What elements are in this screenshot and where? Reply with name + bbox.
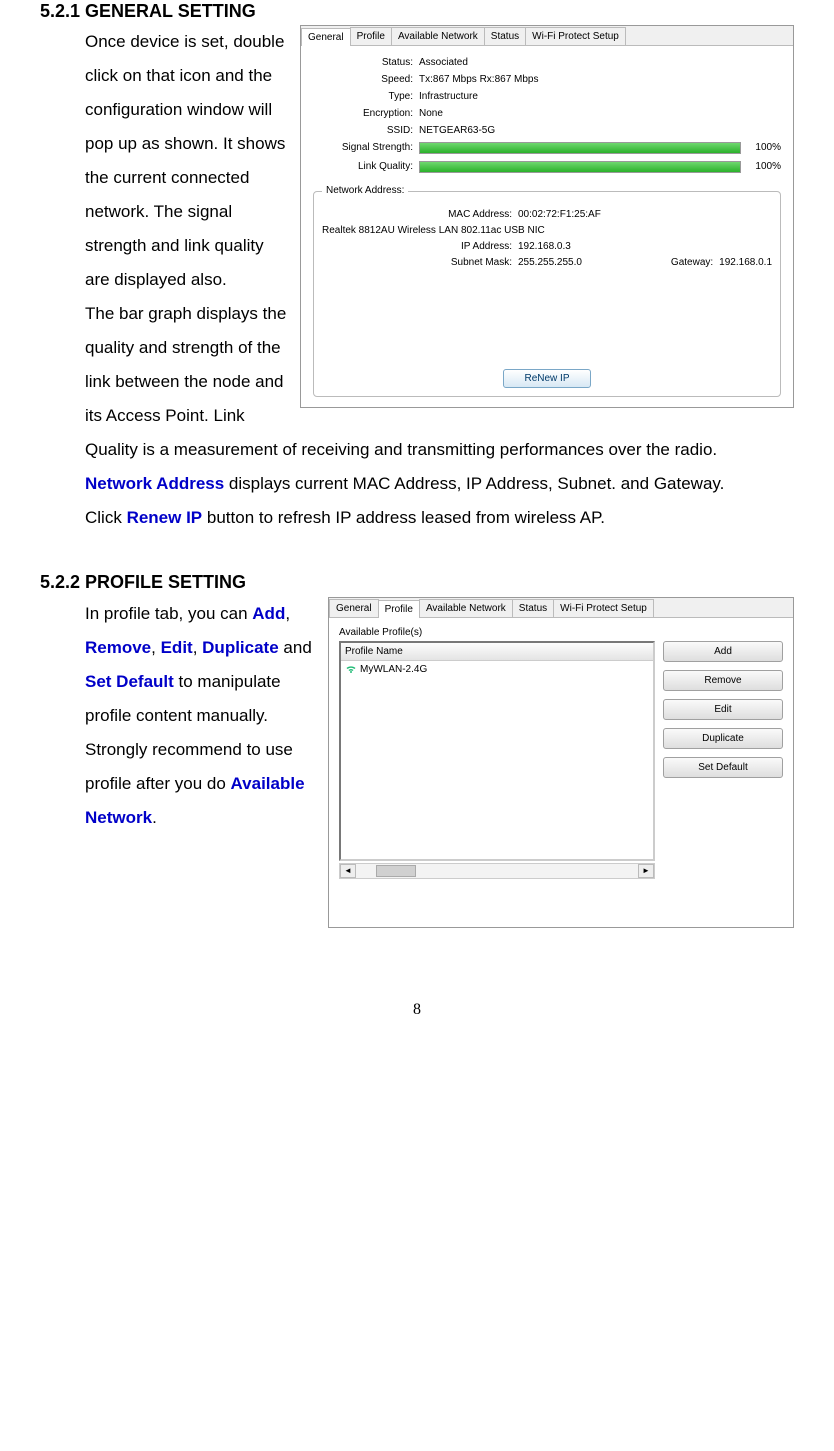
value-ssid: NETGEAR63-5G bbox=[419, 124, 495, 137]
tab-available-network[interactable]: Available Network bbox=[391, 27, 485, 45]
term-remove: Remove bbox=[85, 638, 151, 657]
label-type: Type: bbox=[313, 90, 413, 103]
general-panel: Status: Associated Speed: Tx:867 Mbps Rx:8… bbox=[301, 46, 793, 407]
tab-status[interactable]: Status bbox=[484, 27, 526, 45]
label-ip: IP Address: bbox=[322, 240, 512, 253]
tab-general[interactable]: General bbox=[301, 28, 351, 46]
remove-button[interactable]: Remove bbox=[663, 670, 783, 691]
value-speed: Tx:867 Mbps Rx:867 Mbps bbox=[419, 73, 539, 86]
column-profile-name[interactable]: Profile Name bbox=[341, 643, 653, 661]
term-duplicate: Duplicate bbox=[202, 638, 279, 657]
page-number: 8 bbox=[40, 994, 794, 1026]
label-subnet: Subnet Mask: bbox=[322, 256, 512, 269]
tab-strip: General Profile Available Network Status… bbox=[301, 26, 793, 46]
value-subnet: 255.255.255.0 bbox=[518, 256, 582, 269]
edit-button[interactable]: Edit bbox=[663, 699, 783, 720]
value-status: Associated bbox=[419, 56, 468, 69]
link-quality-bar bbox=[419, 161, 741, 173]
section-522: 5.2.2 PROFILE SETTING General Profile Av… bbox=[40, 571, 794, 933]
tab2-wifi-protect[interactable]: Wi-Fi Protect Setup bbox=[553, 599, 654, 617]
term-add: Add bbox=[252, 604, 285, 623]
label-link-quality: Link Quality: bbox=[313, 160, 413, 173]
wifi-icon bbox=[345, 663, 357, 675]
list-item[interactable]: MyWLAN-2.4G bbox=[341, 661, 653, 678]
link-quality-percent: 100% bbox=[747, 160, 781, 173]
value-mac: 00:02:72:F1:25:AF bbox=[518, 208, 601, 221]
network-address-box: Network Address: MAC Address:00:02:72:F1… bbox=[313, 191, 781, 397]
term-network-address: Network Address bbox=[85, 474, 224, 493]
p4: Click Renew IP button to refresh IP addr… bbox=[85, 501, 794, 535]
profile-item-name: MyWLAN-2.4G bbox=[360, 663, 427, 676]
available-profiles-label: Available Profile(s) bbox=[339, 626, 783, 639]
label-status: Status: bbox=[313, 56, 413, 69]
signal-strength-bar bbox=[419, 142, 741, 154]
tab-wifi-protect[interactable]: Wi-Fi Protect Setup bbox=[525, 27, 626, 45]
renew-ip-button[interactable]: ReNew IP bbox=[503, 369, 590, 388]
tab2-status[interactable]: Status bbox=[512, 599, 554, 617]
profile-panel: Available Profile(s) Profile Name MyWLAN… bbox=[329, 618, 793, 927]
scroll-thumb[interactable] bbox=[376, 865, 416, 877]
value-encryption: None bbox=[419, 107, 443, 120]
term-set-default: Set Default bbox=[85, 672, 174, 691]
term-edit: Edit bbox=[161, 638, 193, 657]
scroll-left-icon[interactable]: ◄ bbox=[340, 864, 356, 878]
general-setting-window: General Profile Available Network Status… bbox=[300, 25, 794, 408]
tab2-general[interactable]: General bbox=[329, 599, 379, 617]
heading-522: 5.2.2 PROFILE SETTING bbox=[40, 571, 794, 594]
add-button[interactable]: Add bbox=[663, 641, 783, 662]
horizontal-scrollbar[interactable]: ◄ ► bbox=[339, 863, 655, 879]
set-default-button[interactable]: Set Default bbox=[663, 757, 783, 778]
term-renew-ip: Renew IP bbox=[127, 508, 203, 527]
value-gateway: 192.168.0.1 bbox=[719, 256, 772, 269]
tab-profile[interactable]: Profile bbox=[350, 27, 392, 45]
label-signal-strength: Signal Strength: bbox=[313, 141, 413, 154]
section-521: 5.2.1 GENERAL SETTING General Profile Av… bbox=[40, 0, 794, 535]
network-address-title: Network Address: bbox=[322, 184, 408, 197]
duplicate-button[interactable]: Duplicate bbox=[663, 728, 783, 749]
value-type: Infrastructure bbox=[419, 90, 478, 103]
signal-strength-percent: 100% bbox=[747, 141, 781, 154]
value-ip: 192.168.0.3 bbox=[518, 240, 571, 253]
p3: Network Address displays current MAC Add… bbox=[85, 467, 794, 501]
profile-setting-window: General Profile Available Network Status… bbox=[328, 597, 794, 928]
label-gateway: Gateway: bbox=[671, 256, 713, 269]
label-encryption: Encryption: bbox=[313, 107, 413, 120]
scroll-right-icon[interactable]: ► bbox=[638, 864, 654, 878]
profile-list[interactable]: Profile Name MyWLAN-2.4G bbox=[339, 641, 655, 861]
label-ssid: SSID: bbox=[313, 124, 413, 137]
label-mac: MAC Address: bbox=[322, 208, 512, 221]
heading-521: 5.2.1 GENERAL SETTING bbox=[40, 0, 794, 23]
tab2-available-network[interactable]: Available Network bbox=[419, 599, 513, 617]
tab-strip-2: General Profile Available Network Status… bbox=[329, 598, 793, 618]
label-speed: Speed: bbox=[313, 73, 413, 86]
tab2-profile[interactable]: Profile bbox=[378, 600, 420, 618]
label-nic: Realtek 8812AU Wireless LAN 802.11ac USB… bbox=[322, 224, 545, 237]
